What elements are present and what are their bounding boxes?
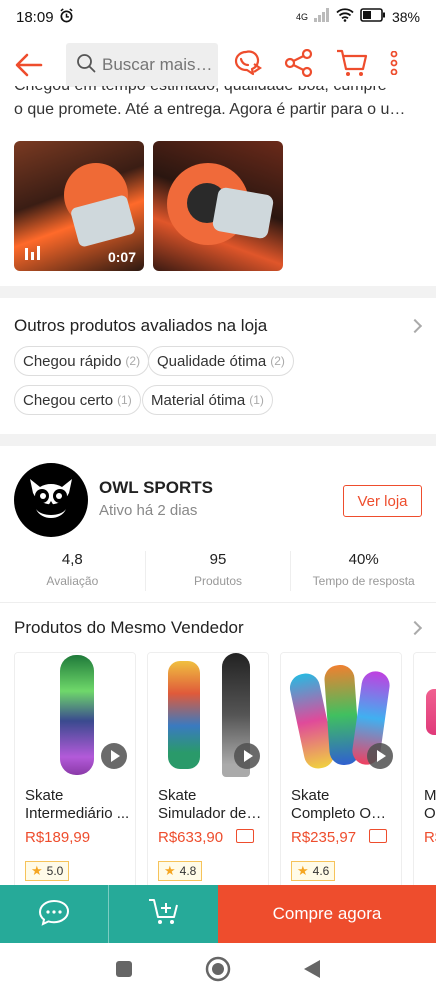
star-icon: ★ (297, 863, 309, 878)
search-input[interactable] (102, 55, 212, 75)
product-price: R$ (424, 829, 436, 846)
tag-chip[interactable]: Qualidade ótima (2) (148, 346, 294, 376)
review-text: Chegou em tempo estimado, qualidade boa,… (14, 86, 424, 134)
stat-response-time: 40% Tempo de resposta (291, 551, 436, 591)
review-text-line: Chegou em tempo estimado, qualidade boa,… (14, 86, 424, 98)
product-name: M O (424, 787, 436, 822)
status-bar: 18:09 4G 38% (0, 0, 436, 34)
tag-chip[interactable]: Chegou certo (1) (14, 385, 141, 415)
tag-label: Qualidade ótima (157, 352, 267, 370)
product-rating: ★ 4.8 (158, 861, 203, 881)
back-arrow-icon[interactable] (0, 53, 58, 77)
product-rating: ★ 5.0 (25, 861, 70, 881)
shop-stats: 4,8 Avaliação 95 Produtos 40% Tempo de r… (0, 551, 436, 591)
owl-logo-icon (22, 469, 80, 532)
recent-apps-icon[interactable] (115, 960, 133, 983)
add-to-cart-button[interactable] (108, 885, 218, 943)
share-icon[interactable] (284, 48, 314, 82)
section-divider (0, 286, 436, 298)
tag-count: (2) (125, 354, 141, 368)
stat-label: Produtos (193, 574, 243, 588)
product-name: Skate Completo OW... (291, 787, 396, 822)
more-vert-icon[interactable] (390, 50, 398, 80)
tag-count: (2) (270, 354, 285, 368)
chat-button[interactable] (0, 885, 108, 943)
battery-level: 38% (391, 9, 420, 25)
product-card[interactable]: Skate Completo OW... R$235,97 ★ 4.6 (280, 652, 402, 892)
search-box[interactable] (66, 43, 218, 87)
status-time: 18:09 (16, 8, 54, 26)
stat-value: 4,8 (61, 551, 83, 568)
product-image (414, 653, 436, 783)
tag-count: (1) (117, 393, 132, 407)
chevron-right-icon[interactable] (407, 620, 423, 636)
product-card[interactable]: Skate Intermediário ... R$189,99 ★ 5.0 (14, 652, 136, 892)
shop-avatar[interactable] (14, 463, 88, 537)
product-card[interactable]: M O R$ (413, 652, 436, 892)
cart-icon[interactable] (336, 49, 368, 82)
add-cart-icon (148, 898, 180, 931)
free-shipping-icon (236, 829, 254, 843)
play-icon[interactable] (234, 743, 260, 769)
stat-value: 40% (348, 551, 379, 568)
star-icon: ★ (31, 863, 43, 878)
product-rating: ★ 4.6 (291, 861, 336, 881)
stat-label: Tempo de resposta (312, 574, 415, 588)
shop-active-status: Ativo há 2 dias (99, 502, 198, 519)
system-nav-bar (0, 943, 436, 1000)
video-duration: 0:07 (107, 249, 136, 265)
shop-name[interactable]: OWL SPORTS (99, 478, 213, 498)
wifi-icon (336, 8, 354, 26)
view-shop-button[interactable]: Ver loja (343, 485, 422, 517)
play-icon[interactable] (367, 743, 393, 769)
product-name: Skate Intermediário ... (25, 787, 130, 822)
back-nav-icon[interactable] (303, 959, 321, 984)
battery-icon (360, 8, 386, 26)
product-name: Skate Simulador de ... (158, 787, 263, 822)
product-card[interactable]: Skate Simulador de ... R$633,90 ★ 4.8 (147, 652, 269, 892)
chat-share-icon[interactable] (232, 49, 262, 82)
other-products-title: Outros produtos avaliados na loja (14, 316, 268, 335)
tag-label: Chegou rápido (23, 352, 122, 370)
chat-icon (38, 898, 70, 931)
tag-chip[interactable]: Material ótima (1) (142, 385, 273, 415)
product-price: R$633,90 (158, 829, 224, 846)
tag-chip[interactable]: Chegou rápido (2) (14, 346, 150, 376)
product-price: R$235,97 (291, 829, 357, 846)
review-photo-thumbnail[interactable] (153, 141, 283, 271)
review-video-thumbnail[interactable]: 0:07 (14, 141, 144, 271)
signal-icon (313, 8, 330, 26)
review-text-line: o que promete. Até a entrega. Agora é pa… (14, 101, 406, 118)
play-icon[interactable] (101, 743, 127, 769)
tag-count: (1) (249, 393, 264, 407)
network-label: 4G (295, 12, 308, 22)
buy-now-button[interactable]: Compre agora (218, 885, 436, 943)
section-divider (0, 434, 436, 446)
product-price: R$189,99 (25, 829, 91, 846)
stat-rating: 4,8 Avaliação (0, 551, 145, 591)
bottom-action-bar: Compre agora (0, 885, 436, 943)
star-icon: ★ (164, 863, 176, 878)
stat-value: 95 (209, 551, 227, 568)
alarm-icon (59, 7, 74, 27)
video-bars-icon (24, 244, 42, 265)
stat-label: Avaliação (46, 574, 99, 588)
stat-products: 95 Produtos (144, 551, 292, 591)
home-icon[interactable] (205, 956, 231, 987)
search-icon (76, 53, 96, 78)
same-seller-title: Produtos do Mesmo Vendedor (14, 618, 244, 637)
tag-label: Material ótima (151, 391, 246, 409)
tag-label: Chegou certo (23, 391, 114, 409)
divider-line (0, 602, 436, 603)
free-shipping-icon (369, 829, 387, 843)
chevron-right-icon[interactable] (407, 318, 423, 334)
